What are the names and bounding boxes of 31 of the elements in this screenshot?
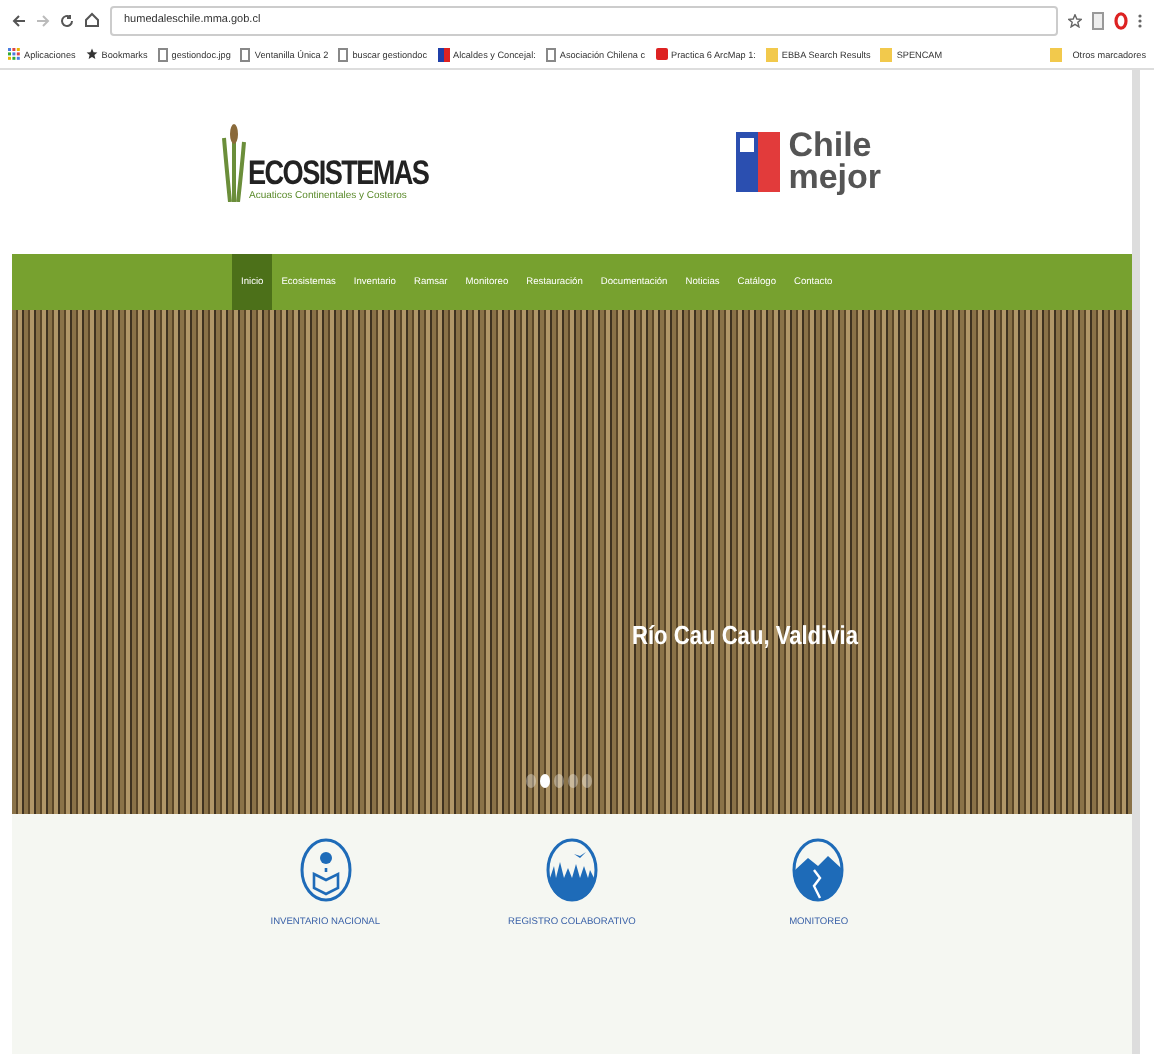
page-icon	[545, 47, 556, 61]
slide-dot[interactable]	[568, 774, 578, 788]
reed-plant-drawing	[222, 122, 247, 202]
page-icon	[338, 47, 349, 61]
document-icon[interactable]	[1092, 11, 1104, 29]
apps-grid-icon	[8, 48, 20, 60]
mejor-wordmark: mejor	[788, 162, 881, 195]
home-icon[interactable]	[84, 12, 100, 28]
slide-dot[interactable]	[554, 774, 564, 788]
slide-dot[interactable]	[582, 774, 592, 788]
folder-icon	[1050, 47, 1063, 61]
reload-icon[interactable]	[60, 13, 74, 27]
chile-wordmark: Chile	[788, 129, 872, 162]
slide-dot[interactable]	[526, 774, 536, 788]
square-icon	[655, 48, 668, 60]
mountain-icon[interactable]	[792, 838, 845, 902]
ring-icon[interactable]	[1114, 11, 1128, 29]
folder-icon	[880, 47, 893, 61]
page-icon	[157, 47, 168, 61]
page-icon	[240, 47, 251, 61]
star-icon	[85, 48, 98, 60]
flag-icon	[437, 47, 449, 61]
back-icon[interactable]	[12, 13, 26, 27]
logo-title: ECOSISTEMAS	[248, 156, 430, 190]
slide-caption: Río Cau Cau, Valdivia	[632, 620, 858, 650]
bird-grass-icon[interactable]	[545, 838, 598, 902]
government-emblem-icon	[736, 132, 781, 192]
map-pin-icon[interactable]	[299, 838, 352, 902]
slide-dot[interactable]	[540, 774, 550, 788]
star-icon[interactable]	[1068, 13, 1082, 27]
folder-icon	[765, 47, 778, 61]
